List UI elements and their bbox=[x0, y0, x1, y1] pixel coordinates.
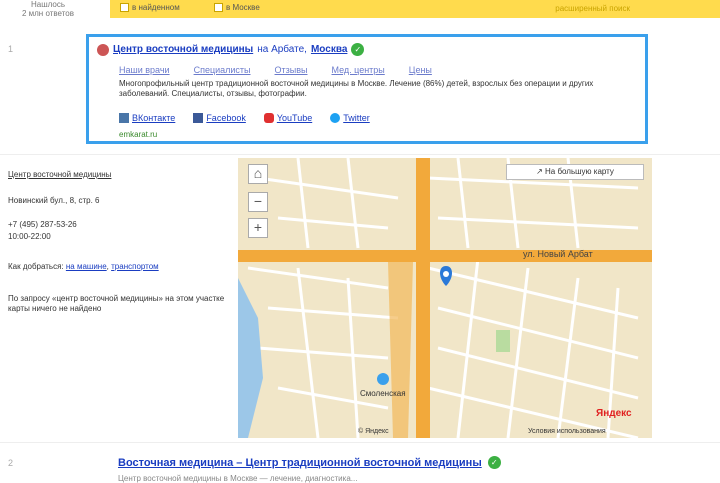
result-card-highlighted: Центр восточной медицины на Арбате, Моск… bbox=[86, 34, 648, 144]
location-pin-icon[interactable] bbox=[440, 266, 452, 286]
result-url[interactable]: emkarat.ru bbox=[119, 130, 157, 139]
result-number: 1 bbox=[8, 44, 14, 54]
directions-transit-link[interactable]: транспортом bbox=[111, 262, 159, 271]
big-map-button[interactable]: ↗ На большую карту bbox=[506, 164, 644, 180]
result-city-link[interactable]: Москва bbox=[311, 44, 347, 55]
sitelinks: Наши врачи Специалисты Отзывы Мед. центр… bbox=[119, 65, 432, 75]
social-label: Twitter bbox=[343, 113, 370, 123]
expand-icon: ↗ bbox=[536, 167, 545, 176]
street-label: ул. Новый Арбат bbox=[523, 249, 593, 259]
org-name-link[interactable]: Центр восточной медицины bbox=[8, 170, 111, 180]
result-title-row: Восточная медицина – Центр традиционной … bbox=[118, 456, 501, 469]
minus-icon: − bbox=[253, 193, 263, 209]
sitelink[interactable]: Мед. центры bbox=[331, 65, 384, 75]
vk-icon bbox=[119, 113, 129, 123]
map-canvas: ул. Новый Арбат Смоленская Яндекс © Янде… bbox=[238, 158, 652, 438]
verified-check-icon: ✓ bbox=[487, 456, 501, 469]
park bbox=[496, 330, 510, 352]
zoom-in-button[interactable]: + bbox=[248, 218, 268, 238]
result-snippet: Многопрофильный центр традиционной восто… bbox=[119, 79, 594, 98]
divider bbox=[0, 442, 720, 443]
org-address: Новинский бул., 8, стр. 6 bbox=[8, 196, 100, 205]
garden-ring-road bbox=[416, 158, 430, 438]
org-info-panel: Центр восточной медицины Новинский бул.,… bbox=[0, 158, 236, 438]
results-count-line1: Нашлось bbox=[30, 0, 66, 9]
map[interactable]: ул. Новый Арбат Смоленская Яндекс © Янде… bbox=[238, 158, 652, 438]
river bbox=[238, 278, 263, 438]
metro-icon[interactable] bbox=[377, 373, 389, 385]
sitelink[interactable]: Наши врачи bbox=[119, 65, 170, 75]
checkbox-label: в Москве bbox=[226, 3, 260, 12]
results-count-line2: 2 млн ответов bbox=[21, 9, 75, 18]
side-road bbox=[388, 262, 413, 438]
map-terms-link[interactable]: Условия использования bbox=[528, 428, 606, 435]
zoom-out-button[interactable]: − bbox=[248, 192, 268, 212]
sitelink[interactable]: Отзывы bbox=[275, 65, 308, 75]
yandex-logo: Яндекс bbox=[596, 408, 632, 419]
directions-car-link[interactable]: на машине bbox=[66, 262, 107, 271]
result-title-row: Центр восточной медицины на Арбате, Моск… bbox=[97, 43, 365, 56]
result-title-link[interactable]: Восточная медицина – Центр традиционной … bbox=[118, 457, 482, 469]
result-snippet: Центр восточной медицины в Москве — лече… bbox=[118, 474, 358, 483]
checkbox-box[interactable] bbox=[120, 3, 129, 12]
map-layers-button[interactable]: ⌂ bbox=[248, 164, 268, 184]
social-label: YouTube bbox=[276, 113, 313, 123]
social-label: Facebook bbox=[206, 113, 246, 123]
filter-found-checkbox[interactable]: в найденном bbox=[120, 3, 180, 12]
checkbox-box[interactable] bbox=[214, 3, 223, 12]
social-link-facebook[interactable]: Facebook bbox=[193, 113, 246, 123]
search-options-bar: в найденном в Москве расширенный поиск bbox=[110, 0, 720, 18]
org-hours: 10:00-22:00 bbox=[8, 232, 51, 241]
social-links: ВКонтакте Facebook YouTube Twitter bbox=[119, 113, 370, 123]
layers-icon: ⌂ bbox=[253, 165, 263, 181]
directions-row: Как добраться: на машине, транспортом bbox=[8, 262, 159, 271]
plus-icon: + bbox=[253, 219, 263, 235]
social-link-twitter[interactable]: Twitter bbox=[330, 113, 370, 123]
social-link-vk[interactable]: ВКонтакте bbox=[119, 113, 175, 123]
twitter-icon bbox=[330, 113, 341, 123]
verified-check-icon: ✓ bbox=[351, 43, 365, 56]
result-title-middle: на Арбате, bbox=[257, 44, 307, 55]
youtube-icon bbox=[263, 113, 274, 123]
org-phone: +7 (495) 287-53-26 bbox=[8, 220, 77, 229]
metro-label: Смоленская bbox=[360, 389, 406, 398]
sitelink[interactable]: Специалисты bbox=[194, 65, 251, 75]
big-map-label: На большую карту bbox=[545, 167, 614, 176]
result-title-link[interactable]: Центр восточной медицины bbox=[113, 44, 253, 55]
social-label: ВКонтакте bbox=[132, 113, 176, 123]
result-number: 2 bbox=[8, 458, 14, 468]
map-copyright: © Яндекс bbox=[358, 427, 389, 435]
directions-label: Как добраться: bbox=[8, 262, 64, 271]
results-count: Нашлось 2 млн ответов bbox=[8, 0, 88, 18]
advanced-search-link[interactable]: расширенный поиск bbox=[555, 4, 630, 13]
divider bbox=[0, 154, 720, 155]
sitelink[interactable]: Цены bbox=[409, 65, 432, 75]
favicon-icon bbox=[97, 43, 109, 56]
filter-moscow-checkbox[interactable]: в Москве bbox=[214, 3, 260, 12]
checkbox-label: в найденном bbox=[132, 3, 180, 12]
map-note: По запросу «центр восточной медицины» на… bbox=[8, 294, 225, 313]
social-link-youtube[interactable]: YouTube bbox=[263, 113, 313, 123]
facebook-icon bbox=[193, 113, 204, 123]
